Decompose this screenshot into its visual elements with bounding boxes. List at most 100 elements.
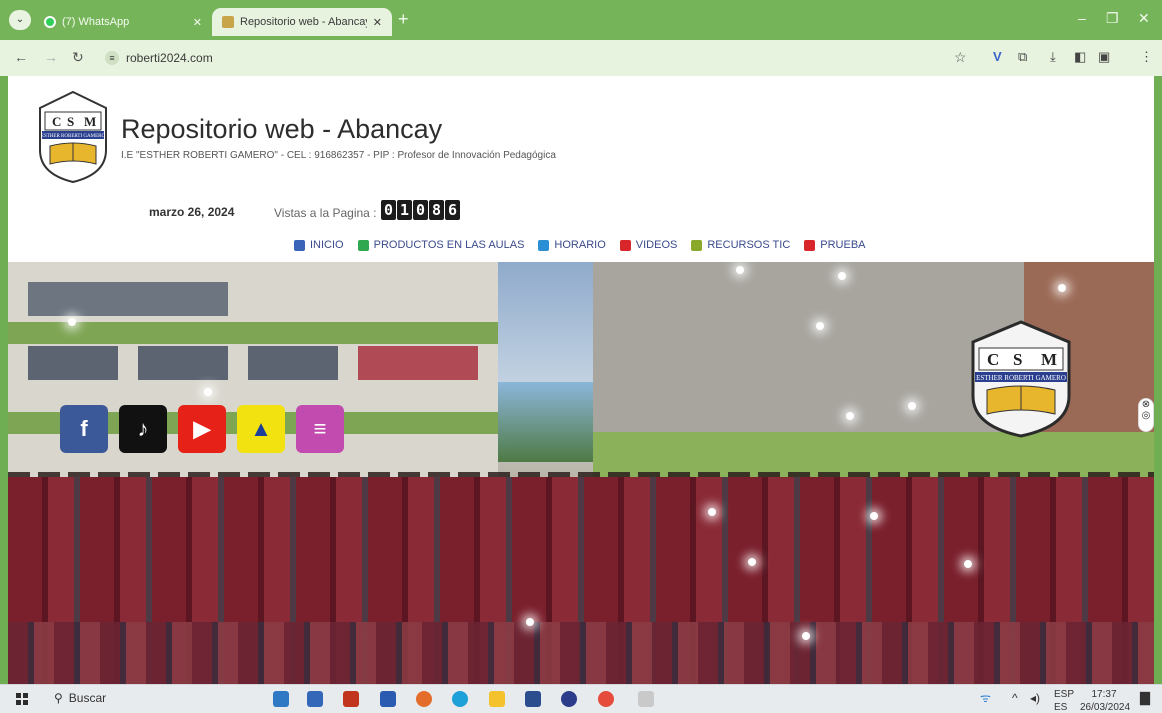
crest-letter: S: [1013, 350, 1022, 369]
close-icon[interactable]: ✕: [373, 16, 382, 29]
app-icon[interactable]: [561, 691, 577, 707]
new-tab-button[interactable]: +: [398, 10, 409, 28]
logo-letter: S: [67, 114, 74, 129]
views-label: Vistas a la Pagina :: [274, 206, 377, 220]
menu-item-prueba[interactable]: PRUEBA: [804, 239, 866, 251]
tab-whatsapp[interactable]: (7) WhatsApp ✕: [34, 8, 212, 36]
floating-widget-icon[interactable]: ⊗ ◎: [1138, 398, 1154, 432]
logo-band-text: ESTHER ROBERTI GAMERO: [41, 134, 106, 139]
menu-label: RECURSOS TIC: [707, 239, 791, 251]
profile-icon[interactable]: ▣: [1098, 49, 1110, 65]
menu-item-recursos[interactable]: RECURSOS TIC: [691, 239, 790, 251]
person-icon: [538, 239, 550, 251]
extensions-icon[interactable]: ⧉: [1018, 49, 1027, 65]
menu-item-horario[interactable]: HORARIO: [538, 239, 606, 251]
main-menu: INICIO PRODUCTOS EN LAS AULAS HORARIO VI…: [294, 239, 866, 251]
video-icon: [619, 239, 631, 251]
crest-letter: M: [1041, 350, 1057, 369]
menu-label: VIDEOS: [635, 239, 678, 251]
pdf-app-icon[interactable]: [343, 691, 359, 707]
menu-label: INICIO: [310, 239, 344, 251]
crest-band-text: ESTHER ROBERTI GAMERO: [976, 374, 1066, 382]
facebook-icon[interactable]: f: [60, 405, 108, 453]
tab-title: (7) WhatsApp: [62, 16, 130, 28]
school-logo: C S M ESTHER ROBERTI GAMERO: [39, 90, 107, 184]
current-date: marzo 26, 2024: [149, 205, 235, 219]
menu-label: PRODUCTOS EN LAS AULAS: [373, 239, 525, 251]
taskbar-search[interactable]: ⚲ Buscar: [54, 691, 106, 705]
drive-icon[interactable]: ▲: [237, 405, 285, 453]
sidebar-icon[interactable]: ◧: [1074, 49, 1086, 65]
word-app-icon[interactable]: [380, 691, 396, 707]
gift-icon: [804, 239, 816, 251]
address-bar[interactable]: ≡ roberti2024.com ☆: [98, 46, 978, 70]
store-app-icon[interactable]: [307, 691, 323, 707]
menu-item-inicio[interactable]: INICIO: [294, 239, 344, 251]
taskbar: ⚲ Buscar ᯤ ^ ◂) ESP ES 17:37 26/03/2024 …: [0, 684, 1162, 713]
site-favicon-icon: [222, 16, 234, 28]
language-indicator[interactable]: ESP ES: [1054, 690, 1074, 713]
clock-time: 17:37: [1091, 689, 1117, 700]
network-icon[interactable]: ᯤ: [980, 692, 991, 704]
menu-item-productos[interactable]: PRODUCTOS EN LAS AULAS: [357, 239, 525, 251]
menu-label: PRUEBA: [820, 239, 866, 251]
site-title: Repositorio web - Abancay: [121, 114, 443, 144]
more-menu-icon[interactable]: ⋮: [1140, 49, 1153, 65]
clock-date: 26/03/2024: [1080, 702, 1131, 713]
windows-start-icon[interactable]: [16, 693, 28, 705]
counter-digit: 0: [413, 200, 428, 220]
download-icon[interactable]: ⤓: [1050, 49, 1056, 65]
bookmark-star-icon[interactable]: ☆: [954, 49, 967, 66]
home-icon: [294, 239, 305, 251]
tab-repositorio[interactable]: Repositorio web - Abancay - I ✕: [212, 8, 392, 36]
logo-letter: C: [52, 114, 61, 129]
counter-digit: 1: [397, 200, 412, 220]
url-text[interactable]: roberti2024.com: [126, 51, 213, 65]
publisher-app-icon[interactable]: [525, 691, 541, 707]
clock[interactable]: 17:37 26/03/2024: [1080, 689, 1131, 713]
web-page: C S M ESTHER ROBERTI GAMERO Repositorio …: [8, 76, 1154, 684]
mail-app-icon[interactable]: [273, 691, 289, 707]
close-icon[interactable]: ✕: [193, 16, 202, 29]
notification-icon[interactable]: ▇: [1140, 691, 1150, 704]
file-explorer-icon[interactable]: [489, 691, 505, 707]
chrome-app-icon[interactable]: [598, 691, 614, 707]
products-icon: [357, 239, 369, 251]
volume-icon[interactable]: ◂): [1030, 692, 1040, 704]
counter-digit: 6: [445, 200, 460, 220]
site-subtitle: I.E "ESTHER ROBERTI GAMERO" - CEL : 9168…: [121, 150, 556, 161]
tab-search-icon[interactable]: ⌄: [9, 10, 31, 30]
school-crest-watermark: C S M ESTHER ROBERTI GAMERO: [971, 320, 1071, 438]
back-icon[interactable]: ←: [14, 49, 28, 65]
view-counter: 0 1 0 8 6: [381, 200, 460, 220]
paint-app-icon[interactable]: [638, 691, 654, 707]
hero-photo: f ♪ ▶ ▲ ≡ C S M ESTHER ROBERTI GAMERO: [8, 262, 1154, 684]
site-info-icon[interactable]: ≡: [105, 51, 119, 65]
menu-label: HORARIO: [554, 239, 606, 251]
lang-bottom: ES: [1054, 702, 1068, 713]
lang-top: ESP: [1054, 689, 1075, 700]
tiktok-icon[interactable]: ♪: [119, 405, 167, 453]
resources-icon: [691, 239, 703, 251]
browser-toolbar: ← → ↻ ≡ roberti2024.com ☆ V ⧉ ⤓ ◧ ▣ ⋮: [0, 40, 1162, 76]
browser-tab-strip: ⌄ (7) WhatsApp ✕ Repositorio web - Abanc…: [0, 0, 1162, 40]
minimize-icon[interactable]: –: [1078, 10, 1086, 26]
search-icon: ⚲: [54, 691, 63, 705]
firefox-app-icon[interactable]: [416, 691, 432, 707]
counter-digit: 0: [381, 200, 396, 220]
search-label: Buscar: [68, 691, 107, 705]
youtube-icon[interactable]: ▶: [178, 405, 226, 453]
tab-title: Repositorio web - Abancay - I: [240, 16, 367, 28]
close-window-icon[interactable]: ✕: [1138, 10, 1150, 27]
menu-item-videos[interactable]: VIDEOS: [619, 239, 678, 251]
restore-icon[interactable]: ❐: [1106, 10, 1119, 27]
reload-icon[interactable]: ↻: [72, 49, 84, 66]
forward-icon[interactable]: →: [44, 49, 58, 65]
crest-letter: C: [987, 350, 999, 369]
counter-digit: 8: [429, 200, 444, 220]
book-icon[interactable]: ≡: [296, 405, 344, 453]
tray-chevron-icon[interactable]: ^: [1012, 692, 1018, 704]
whatsapp-icon: [44, 16, 56, 28]
edge-app-icon[interactable]: [452, 691, 468, 707]
extension-v-icon[interactable]: V: [993, 49, 1002, 64]
